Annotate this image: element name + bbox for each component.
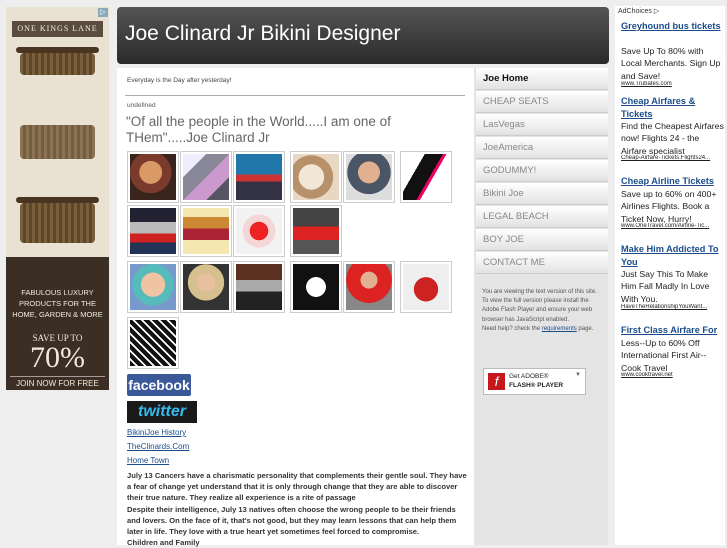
photo-thumbnail[interactable]: [180, 205, 232, 257]
nav-item-label: GODUMMY!: [483, 165, 537, 176]
site-header: Joe Clinard Jr Bikini Designer: [117, 7, 609, 64]
section-label: undefined: [127, 102, 156, 109]
photo-thumbnail[interactable]: [233, 261, 285, 313]
right-ad-column: AdChoices ▷ Greyhound bus tickets Save U…: [615, 6, 725, 545]
nav-item-bikini-joe[interactable]: Bikini Joe: [476, 183, 608, 205]
ad-url[interactable]: www.Trubates.com: [621, 81, 725, 87]
adchoices-label[interactable]: AdChoices ▷: [618, 7, 659, 15]
ad-cta[interactable]: JOIN NOW FOR FREE: [10, 376, 105, 388]
flash-line1: Get ADOBE®: [509, 373, 549, 380]
adchoices-text: AdChoices: [618, 8, 652, 15]
ad-percent: 70%: [30, 341, 85, 374]
nav-item-label: Bikini Joe: [483, 188, 524, 199]
ad-brand-logo: ONE KINGS LANE: [12, 21, 103, 37]
nav-item-label: LasVegas: [483, 119, 525, 130]
nav-item-boy-joe[interactable]: BOY JOE: [476, 229, 608, 251]
photo-thumbnail[interactable]: [127, 261, 179, 313]
requirements-link[interactable]: requirements: [542, 326, 577, 332]
ad-promo-panel: FABULOUS LUXURY PRODUCTS FOR THE HOME, G…: [6, 257, 109, 390]
nav-item-label: JoeAmerica: [483, 142, 534, 153]
photo-thumbnail[interactable]: [127, 205, 179, 257]
basket-image: [20, 203, 95, 243]
bio-text: July 13 Cancers have a charismatic perso…: [127, 471, 467, 548]
photo-thumbnail[interactable]: [233, 151, 285, 203]
ad-url[interactable]: www.cooktravel.net: [621, 372, 725, 378]
nav-item-joe-home[interactable]: Joe Home: [476, 68, 608, 90]
nav-item-cheap-seats[interactable]: CHEAP SEATS: [476, 91, 608, 113]
nav-item-lasvegas[interactable]: LasVegas: [476, 114, 608, 136]
ad-url[interactable]: www.OneTravel.com/Airline-Tic...: [621, 223, 725, 229]
site-title: Joe Clinard Jr Bikini Designer: [125, 22, 401, 45]
photo-thumbnail[interactable]: [290, 151, 342, 203]
nav-item-contact-me[interactable]: CONTACT ME: [476, 252, 608, 274]
basket-image: [20, 125, 95, 159]
flash-notice: You are viewing the text version of this…: [482, 288, 600, 334]
get-flash-player-button[interactable]: f Get ADOBE® FLASH® PLAYER ▼: [483, 368, 586, 395]
ad-body: Just Say This To Make Him Fall Madly In …: [621, 269, 710, 304]
ad-title[interactable]: First Class Airfare For: [621, 324, 724, 337]
download-arrow-icon: ▼: [575, 372, 581, 378]
ad-body: Find the Cheapest Airfares now! Flights …: [621, 121, 724, 156]
ad-body: Less--Up to 60% Off International First …: [621, 338, 707, 373]
photo-thumbnail[interactable]: [400, 151, 452, 203]
link-theclinards[interactable]: TheClinards.Com: [127, 442, 189, 451]
nav-item-label: BOY JOE: [483, 234, 525, 245]
ad-title[interactable]: Cheap Airline Tickets: [621, 175, 724, 188]
main-content: Everyday is the Day after yesterday! und…: [117, 68, 474, 548]
nav-item-label: CHEAP SEATS: [483, 96, 549, 107]
ad-title[interactable]: Greyhound bus tickets: [621, 20, 724, 33]
nav-item-joeamerica[interactable]: JoeAmerica: [476, 137, 608, 159]
ad-url[interactable]: Cheap-Airfare-Tickets.Flights24...: [621, 155, 725, 161]
photo-thumbnail[interactable]: [290, 205, 342, 257]
nav-item-label: LEGAL BEACH: [483, 211, 549, 222]
photo-thumbnail[interactable]: [127, 151, 179, 203]
divider: [125, 95, 465, 96]
basket-image: [20, 53, 95, 75]
nav-item-label: CONTACT ME: [483, 257, 545, 268]
flash-line2: FLASH® PLAYER: [509, 382, 564, 389]
left-banner-ad[interactable]: ▷ ONE KINGS LANE FABULOUS LUXURY PRODUCT…: [6, 7, 109, 390]
ad-headline: FABULOUS LUXURY PRODUCTS FOR THE HOME, G…: [12, 288, 103, 319]
flash-notice-tail: page.: [576, 325, 594, 332]
ad-url[interactable]: HaveTheRelationshipYouWant...: [621, 304, 725, 310]
photo-thumbnail[interactable]: [290, 261, 342, 313]
photo-thumbnail[interactable]: [233, 205, 285, 257]
nav-item-legal-beach[interactable]: LEGAL BEACH: [476, 206, 608, 228]
adchoices-icon: ▷: [653, 8, 660, 15]
photo-thumbnail[interactable]: [127, 317, 179, 369]
ad-info-icon[interactable]: ▷: [98, 8, 108, 17]
link-bikinijoe-history[interactable]: BikiniJoe History: [127, 428, 186, 437]
ad-body: Save up to 60% on 400+ Airlines Flights.…: [621, 189, 717, 224]
nav-item-label: Joe Home: [483, 73, 529, 84]
sidebar-nav: Joe Home CHEAP SEATS LasVegas JoeAmerica…: [474, 68, 608, 545]
photo-thumbnail[interactable]: [180, 261, 232, 313]
tagline: Everyday is the Day after yesterday!: [127, 77, 232, 84]
photo-thumbnail[interactable]: [180, 151, 232, 203]
page-quote: "Of all the people in the World.....I am…: [126, 114, 391, 145]
ad-title[interactable]: Make Him Addicted To You: [621, 243, 724, 268]
photo-thumbnail[interactable]: [400, 261, 452, 313]
ad-title[interactable]: Cheap Airfares & Tickets: [621, 95, 724, 120]
link-home-town[interactable]: Home Town: [127, 456, 169, 465]
ad-body: Save Up To 80% with Local Merchants. Sig…: [621, 46, 721, 81]
twitter-button[interactable]: twitter: [127, 401, 197, 423]
photo-thumbnail[interactable]: [343, 151, 395, 203]
photo-thumbnail[interactable]: [343, 261, 395, 313]
flash-icon: f: [488, 373, 505, 390]
nav-item-godummy[interactable]: GODUMMY!: [476, 160, 608, 182]
facebook-button[interactable]: facebook: [127, 374, 191, 396]
